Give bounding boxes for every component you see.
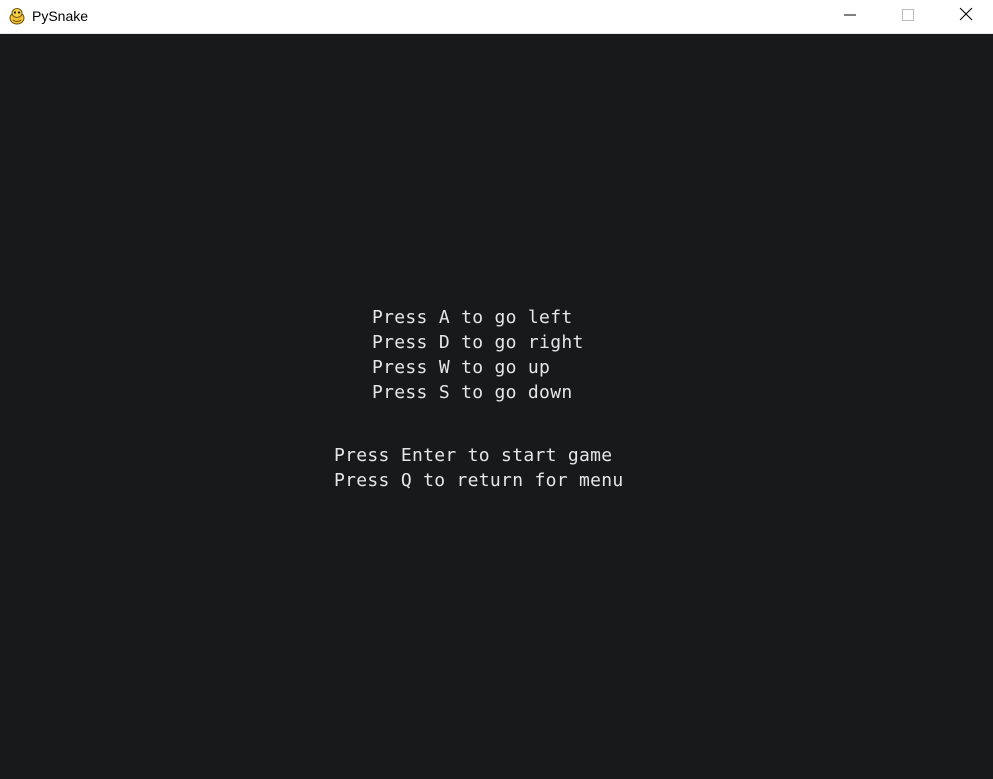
- close-icon: [959, 7, 973, 26]
- close-button[interactable]: [937, 0, 993, 33]
- pygame-snake-icon: [7, 6, 27, 26]
- control-right-text: Press D to go right: [372, 332, 584, 353]
- control-up-text: Press W to go up: [372, 357, 551, 378]
- minimize-icon: [844, 8, 856, 26]
- maximize-button[interactable]: [879, 0, 937, 33]
- start-game-text: Press Enter to start game: [334, 445, 613, 466]
- title-bar[interactable]: PySnake: [0, 0, 993, 34]
- return-menu-text: Press Q to return for menu: [334, 470, 624, 491]
- window-title: PySnake: [32, 8, 89, 24]
- control-left-text: Press A to go left: [372, 307, 573, 328]
- game-screen[interactable]: Press A to go left Press D to go right P…: [0, 34, 993, 779]
- app-window: PySnake Press A to go left Press D to go…: [0, 0, 993, 779]
- maximize-icon: [902, 8, 914, 26]
- control-down-text: Press S to go down: [372, 382, 573, 403]
- minimize-button[interactable]: [821, 0, 879, 33]
